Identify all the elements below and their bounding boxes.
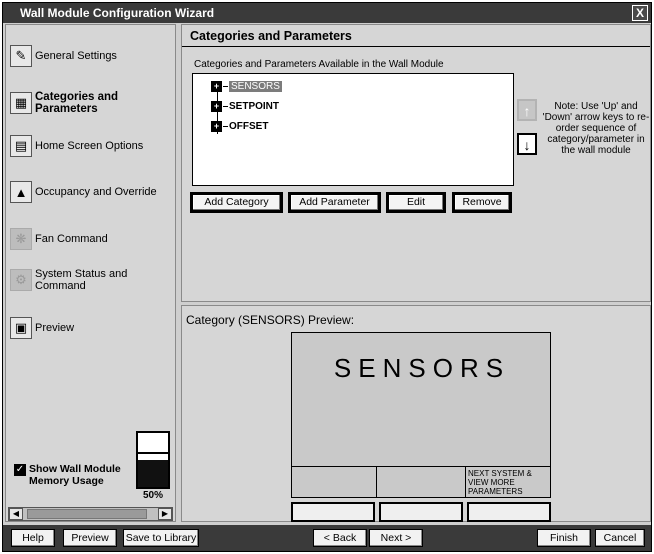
sidebar-item-label: System Status and Command — [35, 268, 128, 292]
wall-module-preview: SENSORS NEXT SYSTEM & VIEW MORE PARAMETE… — [291, 332, 551, 522]
tree-branch — [223, 126, 228, 127]
occupancy-icon: ▲ — [10, 181, 32, 203]
status-icon: ⚙ — [10, 269, 32, 291]
lcd-screen-text: SENSORS — [333, 353, 511, 383]
sidebar-item-categories-and-parameters[interactable]: ▦ Categories and Parameters — [10, 91, 180, 115]
add-parameter-button[interactable]: Add Parameter — [288, 192, 381, 213]
scroll-right-arrow-icon[interactable]: ▶ — [158, 508, 172, 520]
soft-key-button-3[interactable] — [467, 502, 551, 522]
window-titlebar: Wall Module Configuration Wizard X — [3, 3, 651, 23]
move-up-button[interactable]: ↑ — [517, 99, 537, 121]
sidebar-item-fan-command[interactable]: ❋ Fan Command — [10, 228, 180, 250]
footer-bar: Help Preview Save to Library < Back Next… — [3, 525, 651, 551]
next-button[interactable]: Next > — [369, 529, 423, 547]
expand-node-icon[interactable]: + — [211, 101, 222, 112]
preview-button[interactable]: Preview — [63, 529, 117, 547]
sidebar-item-label: Occupancy and Override — [35, 186, 157, 198]
screen-icon: ▤ — [10, 135, 32, 157]
save-to-library-button[interactable]: Save to Library — [123, 529, 199, 547]
expand-node-icon[interactable]: + — [211, 121, 222, 132]
settings-icon: ✎ — [10, 45, 32, 67]
sidebar-scrollbar[interactable]: ◀ ▶ — [8, 507, 173, 521]
sidebar-item-home-screen-options[interactable]: ▤ Home Screen Options — [10, 135, 180, 157]
sidebar-item-general-settings[interactable]: ✎ General Settings — [10, 45, 180, 67]
remove-button[interactable]: Remove — [452, 192, 512, 213]
sidebar-item-preview[interactable]: ▣ Preview — [10, 317, 180, 339]
sidebar-item-label: Preview — [35, 322, 75, 334]
memory-usage-label: Show Wall Module Memory Usage — [29, 463, 121, 487]
help-button[interactable]: Help — [11, 529, 55, 547]
memory-usage-fill — [138, 460, 168, 487]
soft-key-button-2[interactable] — [379, 502, 463, 522]
edit-button[interactable]: Edit — [386, 192, 446, 213]
category-tree[interactable]: + SENSORS + SETPOINT + OFFSET — [192, 73, 514, 186]
reorder-note: Note: Use 'Up' and 'Down' arrow keys to … — [542, 101, 650, 156]
tree-item-label: OFFSET — [229, 121, 269, 132]
sidebar-item-label: General Settings — [35, 50, 117, 62]
preview-caption: Category (SENSORS) Preview: — [186, 313, 355, 327]
back-button[interactable]: < Back — [313, 529, 367, 547]
expand-node-icon[interactable]: + — [211, 81, 222, 92]
tree-icon: ▦ — [10, 92, 32, 114]
close-button[interactable]: X — [632, 5, 648, 21]
scroll-left-arrow-icon[interactable]: ◀ — [9, 508, 23, 520]
list-caption: Categories and Parameters Available in t… — [194, 59, 444, 70]
memory-usage-percent: 50% — [143, 490, 164, 501]
sidebar-item-label: Categories and Parameters — [35, 91, 119, 115]
fan-icon: ❋ — [10, 228, 32, 250]
soft-key-label-3: NEXT SYSTEM & VIEW MORE PARAMETERS — [465, 466, 551, 498]
categories-panel: Categories and Parameters Categories and… — [181, 24, 651, 302]
sidebar-item-label: Home Screen Options — [35, 140, 144, 152]
sidebar-item-label: Fan Command — [35, 233, 108, 245]
page-title: Categories and Parameters — [190, 29, 352, 43]
memory-usage-toggle[interactable]: ✓ Show Wall Module Memory Usage — [14, 463, 139, 487]
move-down-button[interactable]: ↓ — [517, 133, 537, 155]
tree-item-label: SETPOINT — [229, 101, 280, 112]
cancel-button[interactable]: Cancel — [595, 529, 645, 547]
title-divider — [182, 46, 650, 47]
scrollbar-thumb[interactable] — [27, 509, 147, 519]
window-title: Wall Module Configuration Wizard — [20, 6, 215, 20]
tree-branch — [223, 106, 228, 107]
gauge-divider — [138, 452, 168, 455]
soft-key-button-1[interactable] — [291, 502, 375, 522]
tree-branch — [223, 86, 228, 87]
tree-item-label: SENSORS — [229, 81, 282, 92]
memory-usage-gauge — [136, 431, 170, 489]
soft-key-label-1 — [291, 466, 377, 498]
lcd-screen: SENSORS — [291, 332, 551, 467]
preview-icon: ▣ — [10, 317, 32, 339]
finish-button[interactable]: Finish — [537, 529, 591, 547]
memory-usage-checkbox[interactable]: ✓ — [14, 464, 26, 476]
sidebar-item-occupancy-and-override[interactable]: ▲ Occupancy and Override — [10, 181, 180, 203]
tree-item-sensors[interactable]: + SENSORS — [211, 81, 282, 92]
add-category-button[interactable]: Add Category — [190, 192, 283, 213]
soft-key-label-2 — [376, 466, 466, 498]
tree-item-setpoint[interactable]: + SETPOINT — [211, 101, 279, 112]
wizard-window: Wall Module Configuration Wizard X ✎ Gen… — [2, 2, 652, 552]
preview-panel: Category (SENSORS) Preview: SENSORS NEXT… — [181, 305, 651, 522]
sidebar: ✎ General Settings ▦ Categories and Para… — [5, 24, 176, 522]
sidebar-item-system-status-and-command[interactable]: ⚙ System Status and Command — [10, 268, 180, 292]
tree-item-offset[interactable]: + OFFSET — [211, 121, 268, 132]
